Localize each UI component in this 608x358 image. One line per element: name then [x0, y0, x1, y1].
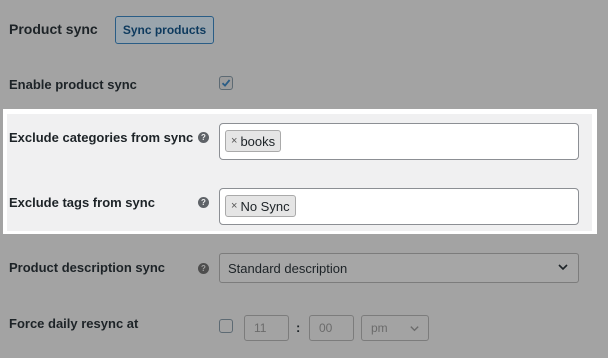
- tag-chip[interactable]: × No Sync: [225, 195, 296, 217]
- force-resync-checkbox[interactable]: [219, 319, 233, 333]
- chevron-down-icon: [558, 264, 568, 271]
- minute-input[interactable]: 00: [309, 315, 354, 341]
- description-sync-select[interactable]: Standard description: [219, 253, 579, 283]
- exclude-categories-label: Exclude categories from sync: [9, 130, 194, 145]
- ampm-select[interactable]: pm: [361, 315, 429, 341]
- hour-input[interactable]: 11: [244, 315, 289, 341]
- help-icon[interactable]: ?: [198, 263, 209, 274]
- enable-sync-label: Enable product sync: [9, 77, 137, 92]
- section-title: Product sync: [9, 21, 98, 37]
- exclude-tags-field[interactable]: × No Sync: [219, 188, 579, 225]
- sync-products-button[interactable]: Sync products: [115, 16, 214, 44]
- exclude-tags-label: Exclude tags from sync: [9, 195, 155, 210]
- remove-tag-icon[interactable]: ×: [231, 200, 237, 212]
- remove-tag-icon[interactable]: ×: [231, 135, 237, 147]
- tag-label: No Sync: [240, 198, 290, 214]
- help-icon[interactable]: ?: [198, 197, 209, 208]
- force-resync-label: Force daily resync at: [9, 316, 139, 331]
- selected-value: Standard description: [228, 260, 348, 276]
- checkmark-icon: [221, 79, 231, 87]
- exclude-categories-field[interactable]: × books: [219, 123, 579, 160]
- chevron-down-icon: [410, 326, 419, 332]
- tag-chip[interactable]: × books: [225, 130, 282, 152]
- enable-sync-checkbox[interactable]: [219, 76, 233, 90]
- time-separator: :: [296, 320, 301, 335]
- tag-label: books: [240, 133, 276, 149]
- ampm-value: pm: [371, 321, 388, 335]
- description-sync-label: Product description sync: [9, 260, 166, 275]
- help-icon[interactable]: ?: [198, 132, 209, 143]
